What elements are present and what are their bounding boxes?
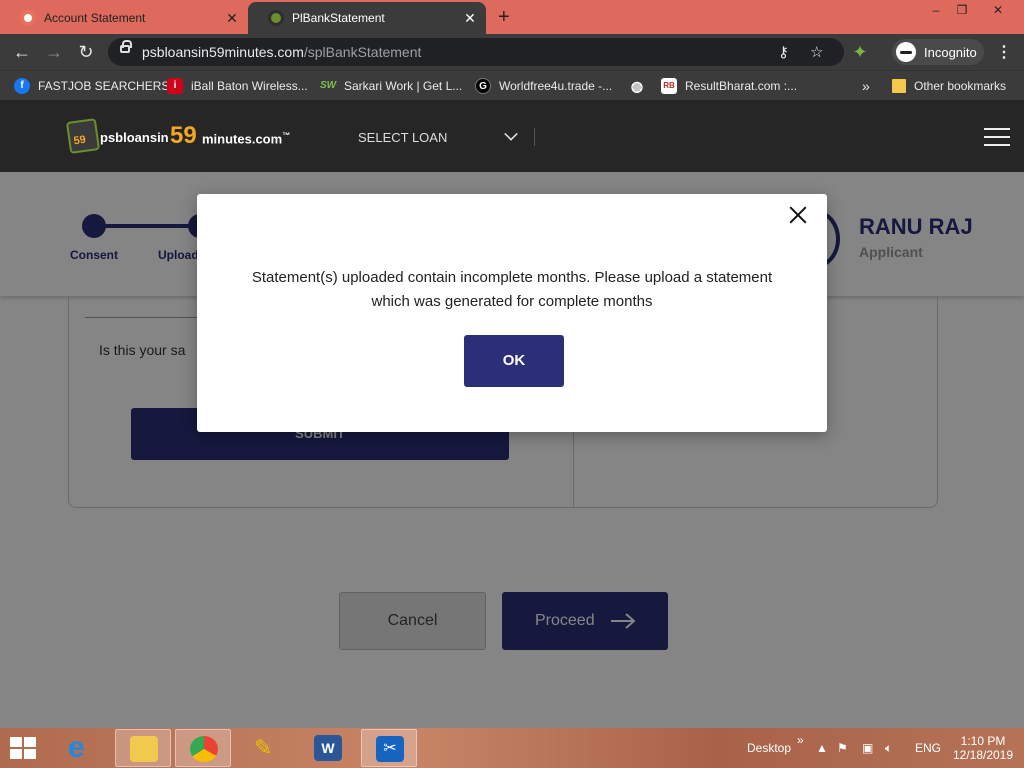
- facebook-icon: f: [14, 78, 30, 94]
- internet-explorer-icon: e: [68, 731, 85, 764]
- divider: [534, 128, 535, 146]
- site-header: 59 psbloansin 59 minutes.com™ SELECT LOA…: [0, 100, 1024, 172]
- chevron-down-icon[interactable]: [504, 127, 518, 141]
- taskbar-paint[interactable]: ✎: [240, 729, 296, 767]
- extension-icon[interactable]: ✦: [850, 42, 870, 62]
- system-clock[interactable]: 1:10 PM 12/18/2019: [952, 734, 1014, 762]
- taskbar-ie[interactable]: e: [54, 729, 110, 767]
- key-icon[interactable]: ⚷: [778, 43, 789, 61]
- lock-icon: [120, 40, 132, 53]
- bookmarks-bar: f FASTJOB SEARCHERS i iBall Baton Wirele…: [0, 70, 1024, 100]
- worldfree-icon: G: [475, 78, 491, 94]
- tab-plbankstatement[interactable]: PlBankStatement ✕: [248, 2, 486, 34]
- browser-menu-icon[interactable]: ⋮: [996, 42, 1012, 62]
- logo-number[interactable]: 59: [170, 122, 197, 150]
- browser-tab-bar: Account Statement ✕ PlBankStatement ✕ + …: [0, 0, 1024, 34]
- alert-dialog: Statement(s) uploaded contain incomplete…: [197, 194, 827, 432]
- tab-close-icon[interactable]: ✕: [462, 10, 478, 27]
- language-indicator[interactable]: ENG: [915, 728, 941, 768]
- ok-button[interactable]: OK: [464, 335, 564, 387]
- paint-brush-icon: ✎: [254, 735, 273, 760]
- logo-prefix[interactable]: psbloansin: [100, 130, 169, 145]
- dialog-message: Statement(s) uploaded contain incomplete…: [251, 269, 773, 310]
- window-close-icon[interactable]: ✕: [982, 0, 1014, 22]
- tab-label: Account Statement: [44, 11, 146, 25]
- url-text: psbloansin59minutes.com/splBankStatement: [142, 44, 422, 60]
- taskbar-explorer[interactable]: [115, 729, 171, 767]
- incognito-label: Incognito: [924, 44, 977, 60]
- overflow-icon[interactable]: »: [797, 720, 804, 760]
- incognito-icon: [896, 42, 916, 62]
- file-explorer-icon: [130, 736, 158, 762]
- tab-close-icon[interactable]: ✕: [224, 10, 240, 27]
- snipping-tool-icon: ✂: [376, 736, 404, 762]
- hamburger-menu-icon[interactable]: [984, 128, 1010, 148]
- select-loan-dropdown[interactable]: SELECT LOAN: [358, 130, 447, 145]
- sarkari-icon: SW: [320, 80, 337, 91]
- forward-arrow-icon[interactable]: →: [44, 42, 64, 62]
- new-tab-button[interactable]: +: [498, 6, 510, 29]
- folder-icon: [892, 79, 906, 93]
- star-bookmark-icon[interactable]: ☆: [810, 43, 823, 61]
- volume-icon[interactable]: 🔈︎: [885, 728, 892, 768]
- tab-account-statement[interactable]: Account Statement ✕: [0, 2, 248, 34]
- taskbar-chrome[interactable]: [175, 729, 231, 767]
- browser-toolbar: ← → ↻ psbloansin59minutes.com/splBankSta…: [0, 34, 1024, 70]
- bookmark-globe[interactable]: ◍: [629, 77, 653, 95]
- resultbharat-icon: RB: [661, 78, 677, 94]
- iball-icon: i: [167, 78, 183, 94]
- desktop-toolbar-label[interactable]: Desktop: [747, 728, 791, 768]
- bookmark-worldfree[interactable]: G Worldfree4u.trade -...: [475, 77, 612, 95]
- tab-favicon-icon: [20, 10, 36, 26]
- globe-icon: ◍: [630, 78, 644, 94]
- word-icon: W: [314, 735, 342, 761]
- bookmark-fastjob[interactable]: f FASTJOB SEARCHERS: [14, 77, 169, 95]
- chrome-icon: [190, 736, 218, 762]
- taskbar-word[interactable]: W: [300, 729, 356, 767]
- windows-start-icon[interactable]: [10, 737, 38, 761]
- bookmarks-overflow-icon[interactable]: »: [862, 77, 870, 95]
- close-icon[interactable]: [787, 204, 809, 226]
- tab-favicon-icon: [268, 10, 284, 26]
- clock-date: 12/18/2019: [952, 748, 1014, 762]
- logo-badge[interactable]: 59: [65, 118, 101, 154]
- incognito-badge[interactable]: Incognito: [892, 39, 984, 65]
- tray-expand-icon[interactable]: ▲: [816, 728, 828, 768]
- bookmark-other[interactable]: Other bookmarks: [892, 77, 1006, 95]
- tab-label: PlBankStatement: [292, 11, 385, 25]
- bookmark-iball[interactable]: i iBall Baton Wireless...: [167, 77, 308, 95]
- bookmark-resultbharat[interactable]: RB ResultBharat.com :...: [661, 77, 797, 95]
- back-arrow-icon[interactable]: ←: [12, 42, 32, 62]
- restore-icon[interactable]: ❐: [946, 0, 978, 22]
- windows-taskbar: e ✎ W ✂ Desktop » ▲ ⚑ ▣ 🔈︎ ENG 1:10 PM 1…: [0, 728, 1024, 768]
- address-bar[interactable]: psbloansin59minutes.com/splBankStatement…: [108, 38, 844, 66]
- action-center-flag-icon[interactable]: ⚑: [837, 728, 848, 768]
- reload-icon[interactable]: ↻: [76, 42, 96, 62]
- logo-suffix[interactable]: minutes.com™: [202, 131, 290, 146]
- network-icon[interactable]: ▣: [862, 728, 873, 768]
- taskbar-snipping[interactable]: ✂: [361, 729, 417, 767]
- bookmark-sarkari[interactable]: SW Sarkari Work | Get L...: [320, 77, 462, 95]
- clock-time: 1:10 PM: [960, 734, 1006, 748]
